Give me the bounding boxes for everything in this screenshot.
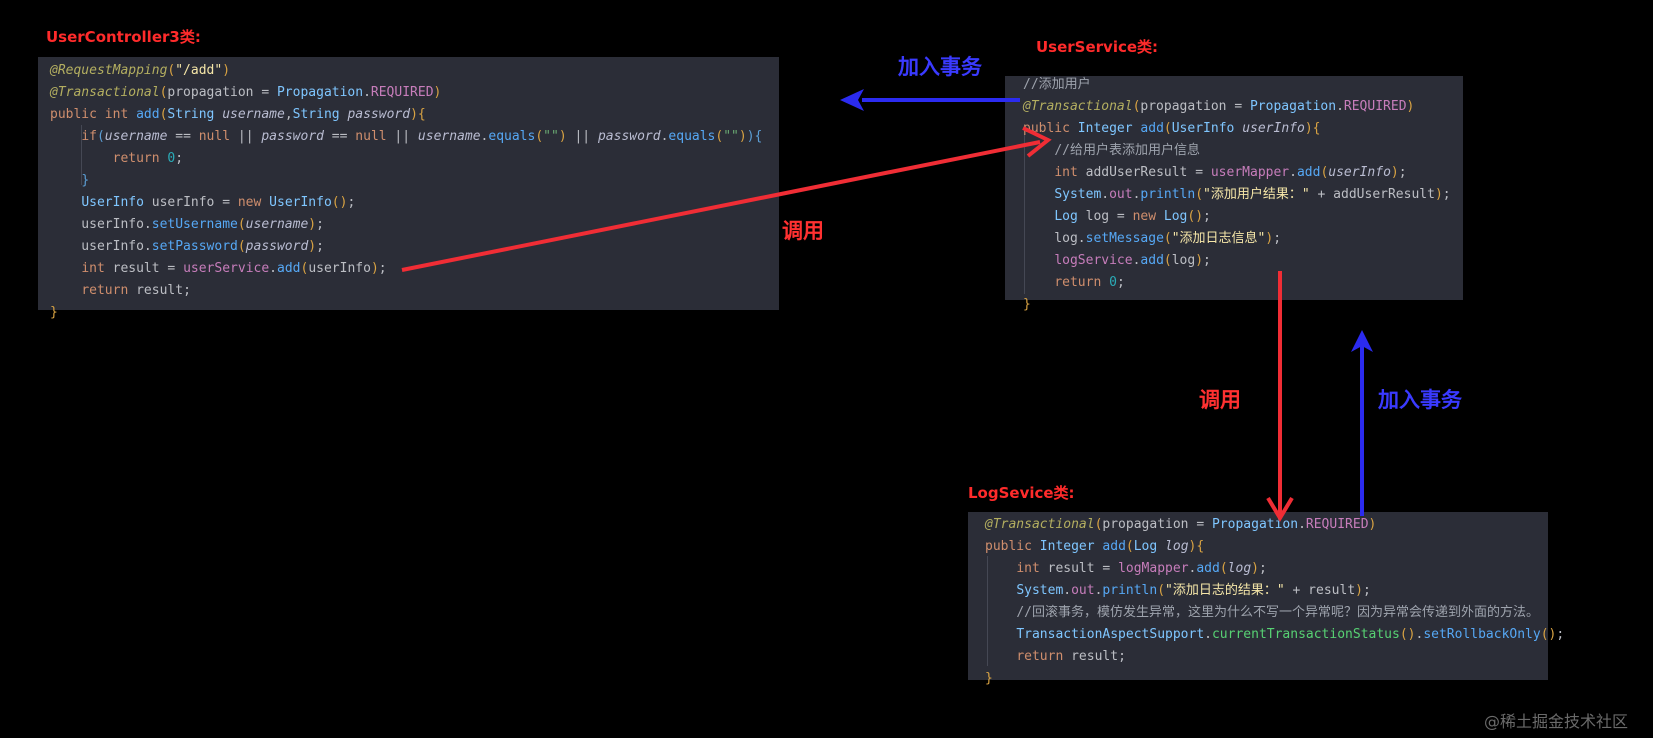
join-transaction-label-right: 加入事务 (1378, 388, 1462, 412)
watermark: @稀土掘金技术社区 (1484, 712, 1629, 731)
call-label-middle: 调用 (782, 219, 824, 243)
call-arrow-mid-line (401, 140, 1041, 272)
join-transaction-label-top: 加入事务 (898, 55, 982, 79)
join-arrow-top-head (840, 89, 864, 111)
flow-arrows (401, 89, 1373, 522)
call-label-right: 调用 (1199, 388, 1241, 412)
